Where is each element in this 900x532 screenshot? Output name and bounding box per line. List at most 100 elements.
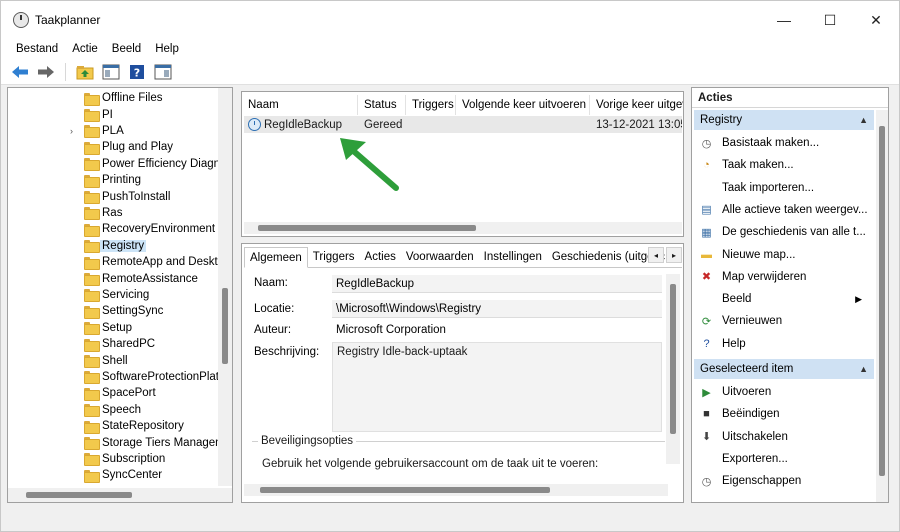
delete-icon: ✖ bbox=[701, 271, 712, 284]
forward-arrow-icon bbox=[38, 65, 54, 78]
maximize-button[interactable]: ☐ bbox=[807, 1, 853, 39]
actions-section-header[interactable]: Registry ▲ bbox=[694, 110, 874, 130]
tree-item[interactable]: Speech bbox=[8, 402, 220, 418]
menu-beeld[interactable]: Beeld bbox=[105, 43, 148, 55]
actions-section-header[interactable]: Geselecteerd item ▲ bbox=[694, 359, 874, 379]
column-header-vorige[interactable]: Vorige keer uitgev bbox=[590, 95, 683, 115]
details-vertical-scrollbar[interactable] bbox=[666, 274, 680, 464]
folder-icon bbox=[84, 125, 100, 139]
details-hscroll-thumb[interactable] bbox=[260, 487, 550, 493]
tree-item[interactable]: StateRepository bbox=[8, 418, 220, 434]
tree-item[interactable]: › PLA bbox=[8, 123, 220, 139]
action-item[interactable]: ▶ Uitvoeren bbox=[694, 382, 874, 402]
submenu-arrow-icon: ▶ bbox=[855, 293, 862, 304]
tree-item-label: SyncCenter bbox=[102, 469, 163, 482]
tree-item[interactable]: Subscription bbox=[8, 451, 220, 467]
tree-item[interactable]: Registry bbox=[8, 238, 220, 254]
tree-item[interactable]: Setup bbox=[8, 320, 220, 336]
forward-button[interactable] bbox=[35, 62, 57, 82]
tree-item[interactable]: Servicing bbox=[8, 287, 220, 303]
action-item[interactable]: ? Help bbox=[694, 334, 874, 354]
task-row-regidlebackup[interactable]: RegIdleBackup Gereed 13-12-2021 13:05:1 bbox=[244, 116, 682, 133]
security-options-title: Beveiligingsopties bbox=[258, 435, 357, 447]
tree-item[interactable]: RemoteAssistance bbox=[8, 270, 220, 287]
menu-help[interactable]: Help bbox=[148, 43, 186, 55]
details-horizontal-scrollbar[interactable] bbox=[244, 484, 668, 496]
action-item[interactable]: Beeld ▶ bbox=[694, 289, 874, 309]
show-hide-action-pane-button[interactable] bbox=[152, 62, 174, 82]
author-field[interactable]: Microsoft Corporation bbox=[332, 321, 662, 339]
folder-up-button[interactable] bbox=[74, 62, 96, 82]
tree-item[interactable]: PushToInstall bbox=[8, 188, 220, 205]
menu-bestand[interactable]: Bestand bbox=[9, 43, 65, 55]
back-button[interactable] bbox=[9, 62, 31, 82]
tab-voorwaarden[interactable]: Voorwaarden bbox=[401, 246, 479, 267]
tree-item-label: Registry bbox=[100, 239, 147, 252]
tree-item[interactable]: Storage Tiers Manageme bbox=[8, 434, 231, 451]
action-item[interactable]: Taak importeren... bbox=[694, 178, 874, 198]
help-button[interactable]: ? bbox=[126, 62, 148, 82]
task-list-horizontal-scrollbar[interactable] bbox=[244, 222, 682, 234]
tree-item[interactable]: SpacePort bbox=[8, 385, 220, 401]
details-vscroll-thumb[interactable] bbox=[670, 284, 676, 434]
tree-item[interactable]: SharedPC bbox=[8, 336, 220, 352]
menu-actie[interactable]: Actie bbox=[65, 43, 105, 55]
action-item[interactable]: ▬ Nieuwe map... bbox=[694, 245, 874, 265]
collapse-caret-icon[interactable]: ▲ bbox=[859, 115, 868, 125]
column-header-status[interactable]: Status bbox=[358, 95, 406, 115]
location-field[interactable]: \Microsoft\Windows\Registry bbox=[332, 300, 662, 318]
tab-instellingen[interactable]: Instellingen bbox=[479, 246, 547, 267]
column-header-volgende[interactable]: Volgende keer uitvoeren bbox=[456, 95, 590, 115]
actions-vertical-scrollbar[interactable] bbox=[876, 110, 888, 502]
name-field[interactable]: RegIdleBackup bbox=[332, 275, 662, 293]
actions-vscroll-thumb[interactable] bbox=[879, 126, 885, 476]
task-list-scroll-thumb[interactable] bbox=[258, 225, 476, 231]
tab-scroll-right-button[interactable]: ▸ bbox=[666, 247, 682, 263]
action-item[interactable]: ◷ Basistaak maken... bbox=[694, 133, 874, 153]
tree-vertical-scrollbar[interactable] bbox=[218, 88, 232, 486]
tree-item[interactable]: Offline Files bbox=[8, 90, 220, 106]
tree-item[interactable]: RecoveryEnvironment bbox=[8, 221, 220, 237]
tree-item-label: Servicing bbox=[102, 288, 150, 301]
folder-icon bbox=[84, 223, 100, 237]
minimize-button[interactable]: — bbox=[761, 1, 807, 39]
tree-item[interactable]: Plug and Play bbox=[8, 139, 220, 155]
tree-item[interactable]: SettingSync bbox=[8, 303, 220, 319]
action-item[interactable]: ■ Beëindigen bbox=[694, 404, 874, 424]
tree-item[interactable]: SyncCenter bbox=[8, 467, 220, 483]
tree-item[interactable]: Ras bbox=[8, 205, 220, 221]
tree-item[interactable]: RemoteApp and Desktop bbox=[8, 254, 231, 270]
action-item[interactable]: ✖ Map verwijderen bbox=[694, 267, 874, 287]
show-hide-console-tree-button[interactable] bbox=[100, 62, 122, 82]
folder-icon bbox=[84, 109, 100, 123]
expand-chevron-icon[interactable]: › bbox=[70, 126, 78, 136]
tree-hscroll-thumb[interactable] bbox=[26, 492, 132, 498]
tree-horizontal-scrollbar[interactable] bbox=[8, 488, 232, 502]
action-item[interactable]: ▤ Alle actieve taken weergev... bbox=[694, 200, 874, 220]
tree-item[interactable]: Power Efficiency Diagno bbox=[8, 156, 226, 172]
action-item[interactable]: ▦ De geschiedenis van alle t... bbox=[694, 222, 874, 242]
action-item[interactable]: ⟳ Vernieuwen bbox=[694, 311, 874, 331]
tree-item[interactable]: PI bbox=[8, 106, 220, 123]
folder-icon bbox=[84, 256, 100, 270]
description-field[interactable]: Registry Idle-back-uptaak bbox=[332, 342, 662, 432]
tree-item[interactable]: Shell bbox=[8, 352, 220, 369]
toolbar-separator bbox=[65, 62, 66, 81]
tab-triggers[interactable]: Triggers bbox=[308, 246, 360, 267]
tab-scroll-left-button[interactable]: ◂ bbox=[648, 247, 664, 263]
tree-item[interactable]: SoftwareProtectionPlatfo bbox=[8, 369, 229, 385]
tree-item[interactable]: Printing bbox=[8, 172, 220, 188]
tab-acties[interactable]: Acties bbox=[360, 246, 401, 267]
column-header-naam[interactable]: Naam bbox=[242, 95, 358, 115]
action-item-label: Beeld bbox=[722, 293, 752, 306]
action-item[interactable]: ⬇ Uitschakelen bbox=[694, 427, 874, 447]
action-item[interactable]: Exporteren... bbox=[694, 449, 874, 469]
tree-vscroll-thumb[interactable] bbox=[222, 288, 228, 364]
action-item[interactable]: ◔ Taak maken... bbox=[694, 155, 874, 175]
basic-task-icon: ◷ bbox=[701, 137, 712, 150]
collapse-caret-icon[interactable]: ▲ bbox=[859, 364, 868, 374]
column-header-triggers[interactable]: Triggers bbox=[406, 95, 456, 115]
action-item[interactable]: ◷ Eigenschappen bbox=[694, 471, 874, 491]
close-button[interactable]: ✕ bbox=[853, 1, 899, 39]
tab-algemeen[interactable]: Algemeen bbox=[244, 247, 308, 268]
